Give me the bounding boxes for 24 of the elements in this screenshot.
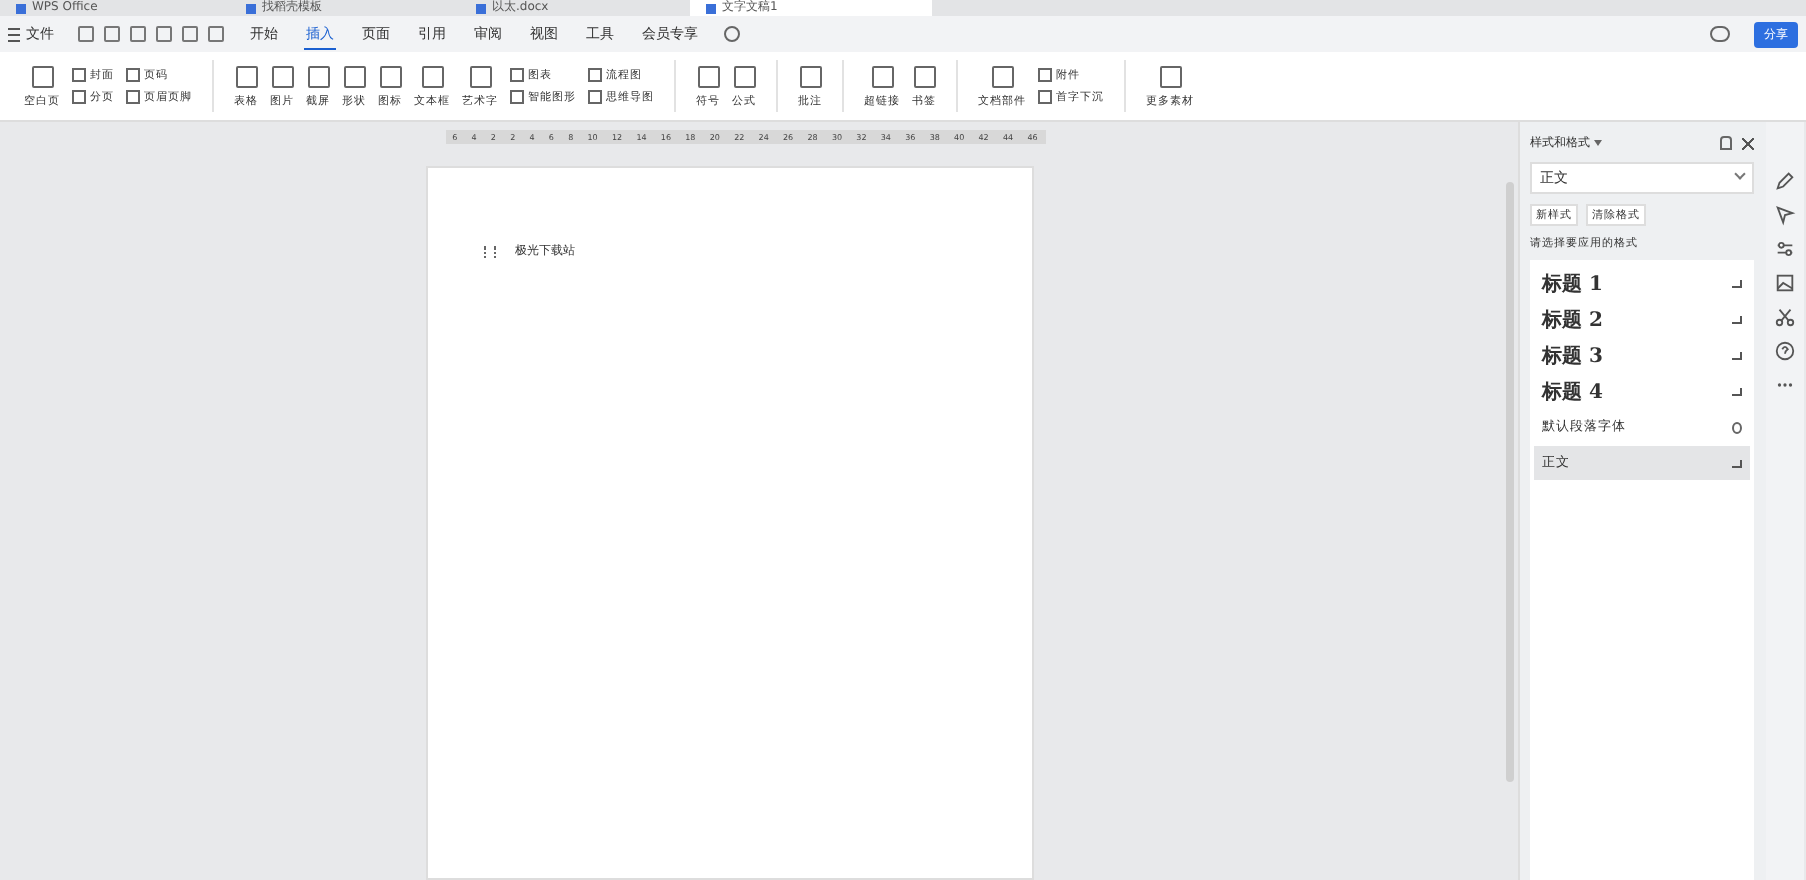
scissors-icon[interactable]: [1774, 306, 1796, 328]
image-icon[interactable]: [1774, 272, 1796, 294]
return-icon: [1732, 279, 1742, 287]
caret-icon: [1734, 168, 1746, 180]
document-icon: [246, 3, 256, 13]
document-icon: [16, 3, 26, 13]
document-icon: [476, 3, 486, 13]
style-item[interactable]: 标题 1: [1534, 266, 1750, 300]
drag-handle-icon[interactable]: [483, 245, 495, 257]
style-item[interactable]: 标题 2: [1534, 302, 1750, 336]
style-item[interactable]: 标题 4: [1534, 374, 1750, 408]
sliders-icon[interactable]: [1774, 238, 1796, 260]
search-icon[interactable]: [724, 26, 740, 42]
caret-icon[interactable]: [1594, 140, 1602, 146]
return-icon: [1732, 459, 1742, 467]
help-icon[interactable]: [1774, 340, 1796, 362]
pencil-icon[interactable]: [1774, 170, 1796, 192]
return-icon: [1732, 315, 1742, 323]
return-icon: [1732, 351, 1742, 359]
return-icon: [1732, 387, 1742, 395]
cursor-icon[interactable]: [1774, 204, 1796, 226]
document-icon: [706, 3, 716, 13]
close-icon[interactable]: [1742, 137, 1754, 149]
style-item[interactable]: 标题 3: [1534, 338, 1750, 372]
